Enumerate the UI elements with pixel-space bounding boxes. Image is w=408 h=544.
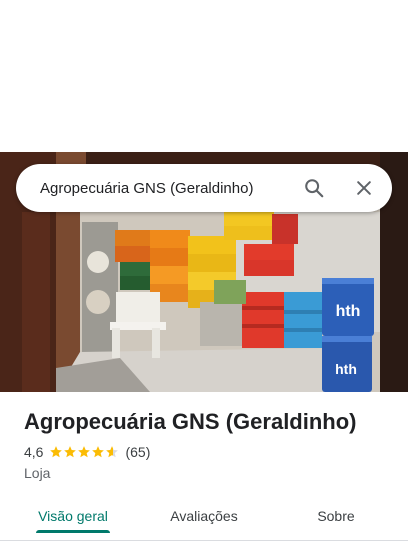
place-category[interactable]: Loja: [24, 465, 396, 481]
search-input[interactable]: Agropecuária GNS (Geraldinho): [40, 180, 300, 197]
search-icon: [305, 179, 324, 198]
place-info: Agropecuária GNS (Geraldinho) 4,6 (65) L…: [24, 406, 396, 481]
map-area-blank: [0, 0, 408, 152]
search-button[interactable]: [300, 174, 328, 202]
selected-tab-indicator: [36, 530, 110, 533]
tabs-divider: [0, 540, 408, 541]
star-icon: [50, 446, 63, 458]
place-title: Agropecuária GNS (Geraldinho): [24, 409, 357, 434]
star-icon: [64, 446, 77, 458]
star-icon: [106, 446, 119, 458]
rating-stars: [49, 445, 119, 459]
tab-about[interactable]: Sobre: [306, 496, 366, 536]
search-box[interactable]: Agropecuária GNS (Geraldinho): [16, 164, 392, 212]
star-icon: [92, 446, 105, 458]
review-count[interactable]: (65): [125, 444, 150, 460]
rating-row[interactable]: 4,6 (65): [24, 444, 396, 460]
place-tabs: Visão geral Avaliações Sobre: [0, 496, 408, 540]
close-icon: [357, 181, 371, 195]
close-button[interactable]: [350, 174, 378, 202]
hth-logo-2: hth: [335, 361, 357, 377]
hth-logo: hth: [336, 303, 361, 320]
star-icon: [78, 446, 91, 458]
rating-value: 4,6: [24, 444, 44, 460]
tab-reviews[interactable]: Avaliações: [158, 496, 250, 536]
